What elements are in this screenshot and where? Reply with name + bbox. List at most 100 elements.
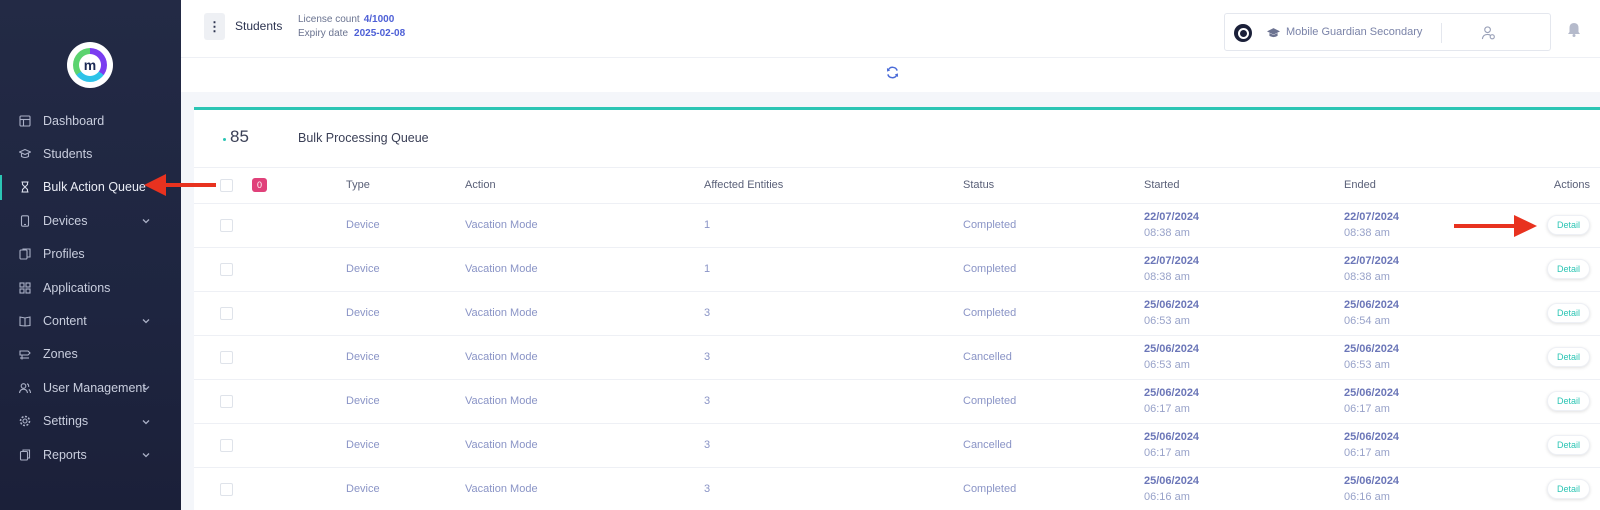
cell-ended: 22/07/2024 08:38 am	[1344, 247, 1530, 292]
content-icon	[19, 315, 31, 327]
column-header-actions: Actions	[1530, 168, 1600, 204]
cell-affected-entities: 3	[704, 467, 963, 510]
row-checkbox[interactable]	[220, 262, 233, 276]
sidebar-item-user-management[interactable]: User Management	[0, 371, 181, 404]
cell-started: 25/06/2024 06:16 am	[1144, 467, 1344, 510]
more-menu-button[interactable]: ⋮	[204, 13, 225, 40]
column-header-ended[interactable]: Ended	[1344, 168, 1530, 204]
cell-type: Device	[346, 379, 465, 424]
detail-button[interactable]: Detail	[1546, 479, 1590, 499]
detail-button[interactable]: Detail	[1546, 435, 1590, 455]
sidebar-item-label: Zones	[43, 347, 78, 362]
detail-button[interactable]: Detail	[1546, 259, 1590, 279]
annotation-arrow-left	[144, 174, 216, 196]
column-header-affected-entities[interactable]: Affected Entities	[704, 168, 963, 204]
user-settings-icon[interactable]	[1481, 25, 1496, 40]
organization-name: Mobile Guardian Secondary	[1286, 26, 1423, 38]
started-date: 25/06/2024	[1144, 299, 1200, 311]
cell-type: Device	[346, 203, 465, 248]
expiry-date-value: 2025-02-08	[354, 28, 406, 39]
select-all-checkbox[interactable]	[220, 178, 233, 192]
row-spacer	[252, 291, 346, 336]
row-spacer	[252, 467, 346, 510]
sidebar-item-dashboard[interactable]: Dashboard	[0, 104, 181, 137]
row-checkbox[interactable]	[220, 218, 233, 232]
sidebar-item-zones[interactable]: Zones	[0, 338, 181, 371]
organization-selector[interactable]: Mobile Guardian Secondary	[1224, 13, 1551, 51]
cell-affected-entities: 3	[704, 335, 963, 380]
chevron-down-icon[interactable]	[142, 217, 150, 225]
column-header-started[interactable]: Started	[1144, 168, 1344, 204]
cell-action: Vacation Mode	[465, 335, 704, 380]
sidebar-item-profiles[interactable]: Profiles	[0, 238, 181, 271]
ended-time: 06:17 am	[1344, 403, 1390, 415]
sidebar-item-label: Applications	[43, 280, 111, 295]
bulk-queue-card: 85 Bulk Processing Queue 0 Type Action A…	[194, 107, 1600, 510]
cell-ended: 25/06/2024 06:54 am	[1344, 291, 1530, 336]
chevron-down-icon[interactable]	[142, 317, 150, 325]
sidebar-nav: Dashboard Students Bulk Action Queue Device…	[0, 104, 181, 471]
chevron-down-icon[interactable]	[142, 451, 150, 459]
sidebar-item-settings[interactable]: Settings	[0, 405, 181, 438]
reports-icon	[19, 449, 31, 461]
license-count-value: 4/1000	[363, 14, 395, 25]
table-row: Device Vacation Mode 1 Completed 22/07/2024 0…	[194, 203, 1600, 248]
sidebar-item-applications[interactable]: Applications	[0, 271, 181, 304]
detail-button[interactable]: Detail	[1546, 347, 1590, 367]
detail-button[interactable]: Detail	[1546, 215, 1590, 235]
chevron-down-icon[interactable]	[142, 384, 150, 392]
started-time: 08:38 am	[1144, 227, 1190, 239]
app-logo[interactable]: m	[67, 42, 113, 88]
sidebar-item-reports[interactable]: Reports	[0, 438, 181, 471]
divider	[1441, 23, 1442, 43]
column-header-status[interactable]: Status	[963, 168, 1144, 204]
dashboard-icon	[19, 115, 31, 127]
column-header-action[interactable]: Action	[465, 168, 704, 204]
sidebar-item-content[interactable]: Content	[0, 304, 181, 337]
detail-button[interactable]: Detail	[1546, 303, 1590, 323]
column-header-type[interactable]: Type	[346, 168, 465, 204]
cell-started: 25/06/2024 06:17 am	[1144, 379, 1344, 424]
card-title: Bulk Processing Queue	[298, 131, 429, 145]
started-time: 06:53 am	[1144, 359, 1190, 371]
refresh-icon[interactable]	[886, 66, 899, 79]
sidebar-item-label: Profiles	[43, 247, 85, 262]
ended-date: 25/06/2024	[1344, 387, 1400, 399]
sidebar-item-devices[interactable]: Devices	[0, 204, 181, 237]
sidebar-item-label: User Management	[43, 380, 146, 395]
row-checkbox[interactable]	[220, 306, 233, 320]
table-row: Device Vacation Mode 3 Completed 25/06/2024 0…	[194, 379, 1600, 424]
started-time: 06:53 am	[1144, 315, 1190, 327]
started-date: 22/07/2024	[1144, 255, 1200, 267]
chevron-down-icon[interactable]	[142, 418, 150, 426]
row-checkbox[interactable]	[220, 350, 233, 364]
ended-date: 22/07/2024	[1344, 255, 1400, 267]
table-header-row: 0 Type Action Affected Entities Status S…	[194, 168, 1600, 204]
graduation-cap-icon	[1267, 28, 1280, 38]
user-management-icon	[19, 382, 31, 394]
cell-started: 25/06/2024 06:53 am	[1144, 335, 1344, 380]
table-row: Device Vacation Mode 1 Completed 22/07/2024 0…	[194, 247, 1600, 292]
sidebar: m Dashboard Students Bulk Action Queue Devi…	[0, 0, 181, 510]
sidebar-item-label: Reports	[43, 447, 87, 462]
students-icon	[19, 148, 31, 160]
row-checkbox[interactable]	[220, 438, 233, 452]
notification-bell-icon[interactable]	[1567, 22, 1581, 37]
row-checkbox[interactable]	[220, 482, 233, 496]
top-header: ⋮ Students License count 4/1000 Expiry da…	[181, 0, 1600, 58]
settings-icon	[19, 415, 31, 427]
sidebar-item-students[interactable]: Students	[0, 137, 181, 170]
sidebar-item-label: Dashboard	[43, 113, 105, 128]
detail-button[interactable]: Detail	[1546, 391, 1590, 411]
cell-type: Device	[346, 335, 465, 380]
cell-type: Device	[346, 467, 465, 510]
row-spacer	[252, 335, 346, 380]
cell-action: Vacation Mode	[465, 379, 704, 424]
row-checkbox[interactable]	[220, 394, 233, 408]
cell-action: Vacation Mode	[465, 247, 704, 292]
ended-time: 06:17 am	[1344, 447, 1390, 459]
started-time: 06:16 am	[1144, 491, 1190, 503]
cell-status: Completed	[963, 247, 1144, 292]
page-title: Students	[235, 19, 283, 33]
expiry-date-label: Expiry date	[298, 28, 349, 39]
